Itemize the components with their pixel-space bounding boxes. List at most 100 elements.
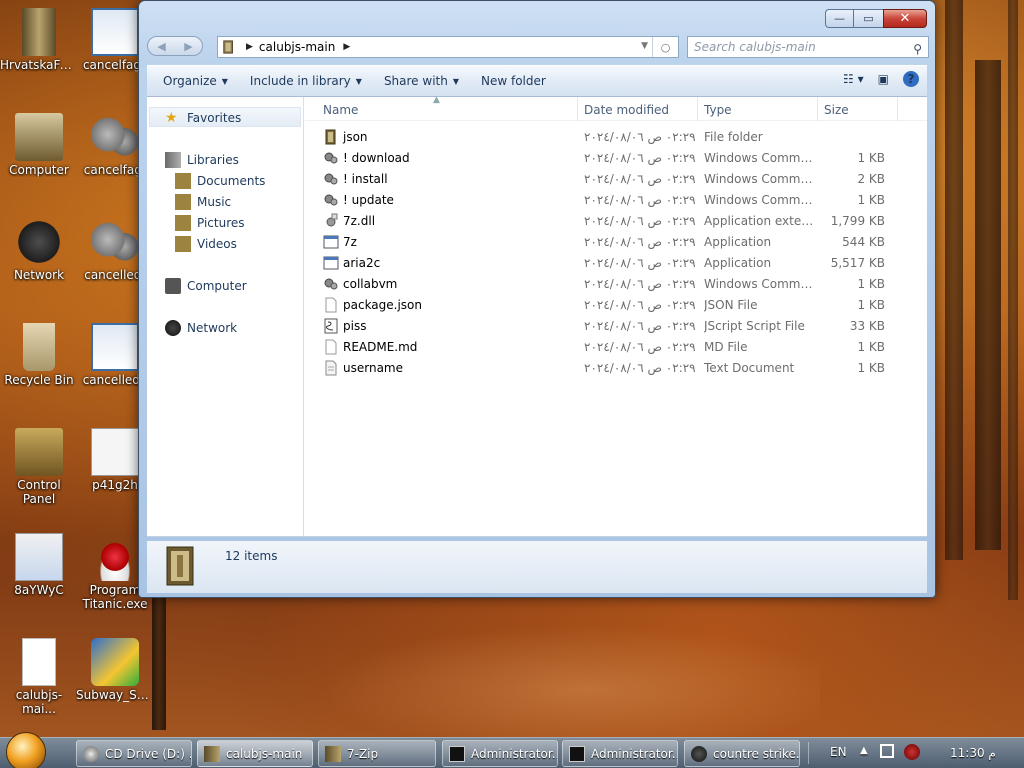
nav-network[interactable]: Network xyxy=(165,320,237,336)
column-date[interactable]: Date modified xyxy=(584,103,669,117)
language-indicator[interactable]: EN xyxy=(830,745,847,759)
back-arrow-icon[interactable]: ◀ xyxy=(157,40,165,53)
content-area: ★ Favorites Libraries Documents Music Pic… xyxy=(147,95,927,537)
network-tray-icon[interactable] xyxy=(880,744,894,758)
item-count: 12 items xyxy=(225,549,278,563)
start-button[interactable] xyxy=(6,732,46,768)
file-date: ٠٢:٢٩ ص ٢٠٢٤/٠٨/٠٦ xyxy=(584,151,696,165)
taskbar-button[interactable]: 7-Zip xyxy=(318,740,436,767)
explorer-window[interactable]: — ▭ ✕ ◀ ▶ ▶ calubjs-main ▶ ▼ ○ Search ca… xyxy=(138,0,936,598)
taskbar-button[interactable]: CD Drive (D:) ... xyxy=(76,740,192,767)
file-name: json xyxy=(343,130,368,144)
organize-button[interactable]: Organize ▼ xyxy=(155,74,236,88)
file-row[interactable]: README.md ٠٢:٢٩ ص ٢٠٢٤/٠٨/٠٦ MD File 1 KB xyxy=(305,337,927,358)
close-button[interactable]: ✕ xyxy=(883,9,927,28)
batch-icon xyxy=(324,173,338,185)
desktop-icon[interactable]: Control Panel xyxy=(0,428,78,506)
breadcrumb-path[interactable]: calubjs-main xyxy=(259,40,335,54)
include-in-library-button[interactable]: Include in library ▼ xyxy=(242,74,370,88)
nav-pictures[interactable]: Pictures xyxy=(175,215,245,231)
desktop-icon[interactable]: Network xyxy=(0,218,78,282)
back-forward-buttons[interactable]: ◀ ▶ xyxy=(147,36,203,56)
nav-computer[interactable]: Computer xyxy=(165,278,247,294)
preview-pane-icon[interactable]: ▣ xyxy=(878,72,889,86)
blank-file-icon xyxy=(22,638,56,686)
file-row[interactable]: 7z.dll ٠٢:٢٩ ص ٢٠٢٤/٠٨/٠٦ Application exte… xyxy=(305,211,927,232)
breadcrumb-arrow-icon[interactable]: ▶ xyxy=(343,42,350,52)
breadcrumb-arrow-icon[interactable]: ▶ xyxy=(246,42,253,52)
file-row[interactable]: piss ٠٢:٢٩ ص ٢٠٢٤/٠٨/٠٦ JScript Script Fil… xyxy=(305,316,927,337)
address-bar[interactable]: ▶ calubjs-main ▶ ▼ ○ xyxy=(217,36,679,58)
sort-indicator-icon: ▲ xyxy=(433,95,440,105)
refresh-icon[interactable]: ○ xyxy=(652,37,678,57)
computer-icon xyxy=(15,113,63,161)
desktop-icon[interactable]: Recycle Bin xyxy=(0,323,78,387)
maximize-button[interactable]: ▭ xyxy=(853,9,883,28)
file-name: username xyxy=(343,361,403,375)
taskbar-button[interactable]: countre strike... xyxy=(684,740,800,767)
taskbar-button[interactable]: calubjs-main xyxy=(197,740,313,767)
file-date: ٠٢:٢٩ ص ٢٠٢٤/٠٨/٠٦ xyxy=(584,319,696,333)
volume-tray-icon[interactable] xyxy=(904,744,920,760)
desktop-icon[interactable]: Computer xyxy=(0,113,78,177)
file-row[interactable]: ! install ٠٢:٢٩ ص ٢٠٢٤/٠٨/٠٦ Windows Comma… xyxy=(305,169,927,190)
folder-icon xyxy=(325,129,336,145)
file-row[interactable]: collabvm ٠٢:٢٩ ص ٢٠٢٤/٠٨/٠٦ Windows Comma.… xyxy=(305,274,927,295)
view-options-icon[interactable]: ☷ ▾ xyxy=(843,72,864,86)
navigation-pane[interactable]: ★ Favorites Libraries Documents Music Pic… xyxy=(147,97,304,536)
taskbar-button[interactable]: Administrator... xyxy=(442,740,558,767)
game-icon xyxy=(91,638,139,686)
new-folder-button[interactable]: New folder xyxy=(473,74,554,88)
clock[interactable]: 11:30 م xyxy=(950,746,996,760)
file-row[interactable]: 7z ٠٢:٢٩ ص ٢٠٢٤/٠٨/٠٦ Application 544 KB xyxy=(305,232,927,253)
blank-file-icon xyxy=(325,297,337,313)
show-hidden-icons-icon[interactable]: ▲ xyxy=(860,745,868,756)
share-with-label: Share with xyxy=(383,74,448,88)
tree-trunk xyxy=(1008,0,1018,600)
navigation-bar: ◀ ▶ ▶ calubjs-main ▶ ▼ ○ Search calubjs-… xyxy=(147,36,929,58)
desktop-icon[interactable]: HrvatskaFu... xyxy=(0,8,78,72)
nav-libraries-label: Libraries xyxy=(187,153,239,167)
file-row[interactable]: json ٠٢:٢٩ ص ٢٠٢٤/٠٨/٠٦ File folder xyxy=(305,127,927,148)
search-input[interactable]: Search calubjs-main ⚲ xyxy=(687,36,929,58)
nav-videos-label: Videos xyxy=(197,237,237,251)
search-icon[interactable]: ⚲ xyxy=(913,39,922,59)
tree-trunk xyxy=(945,0,963,560)
nav-documents[interactable]: Documents xyxy=(175,173,265,189)
organize-label: Organize xyxy=(163,74,217,88)
file-type: Windows Comma... xyxy=(704,172,816,186)
desktop-icon[interactable]: Subway_Sur... xyxy=(76,638,154,702)
tree-trunk xyxy=(152,590,166,730)
desktop-icon[interactable]: calubjs-mai... xyxy=(0,638,78,716)
application-icon xyxy=(323,256,339,270)
nav-libraries[interactable]: Libraries xyxy=(165,152,239,168)
file-name: package.json xyxy=(343,298,423,312)
file-name: ! install xyxy=(343,172,388,186)
taskbar-button[interactable]: Administrator... xyxy=(562,740,678,767)
file-row[interactable]: ! update ٠٢:٢٩ ص ٢٠٢٤/٠٨/٠٦ Windows Comma.… xyxy=(305,190,927,211)
cmd-icon xyxy=(449,745,465,762)
desktop-icon-label: Control Panel xyxy=(17,478,61,506)
share-with-button[interactable]: Share with ▼ xyxy=(376,74,467,88)
nav-videos[interactable]: Videos xyxy=(175,236,237,252)
file-type: Windows Comma... xyxy=(704,277,816,291)
desktop-icon[interactable]: 8aYWyC xyxy=(0,533,78,597)
forward-arrow-icon[interactable]: ▶ xyxy=(184,40,192,53)
nav-music[interactable]: Music xyxy=(175,194,231,210)
file-date: ٠٢:٢٩ ص ٢٠٢٤/٠٨/٠٦ xyxy=(584,130,696,144)
nav-favorites[interactable]: ★ Favorites xyxy=(165,110,241,126)
file-row[interactable]: aria2c ٠٢:٢٩ ص ٢٠٢٤/٠٨/٠٦ Application 5,517… xyxy=(305,253,927,274)
book-icon xyxy=(22,8,56,56)
file-row[interactable]: ! download ٠٢:٢٩ ص ٢٠٢٤/٠٨/٠٦ Windows Comm… xyxy=(305,148,927,169)
column-size[interactable]: Size xyxy=(824,103,849,117)
file-list[interactable]: Name ▲ Date modified Type Size json ٠٢:٢٩… xyxy=(305,95,927,536)
column-type[interactable]: Type xyxy=(704,103,732,117)
minimize-button[interactable]: — xyxy=(825,9,853,28)
computer-icon xyxy=(165,278,181,294)
file-row[interactable]: username ٠٢:٢٩ ص ٢٠٢٤/٠٨/٠٦ Text Document 1… xyxy=(305,358,927,379)
file-row[interactable]: package.json ٠٢:٢٩ ص ٢٠٢٤/٠٨/٠٦ JSON File 1… xyxy=(305,295,927,316)
address-dropdown-icon[interactable]: ▼ xyxy=(641,41,648,51)
file-size: 1 KB xyxy=(857,298,885,312)
help-icon[interactable]: ? xyxy=(903,71,919,87)
column-name[interactable]: Name xyxy=(323,103,358,117)
